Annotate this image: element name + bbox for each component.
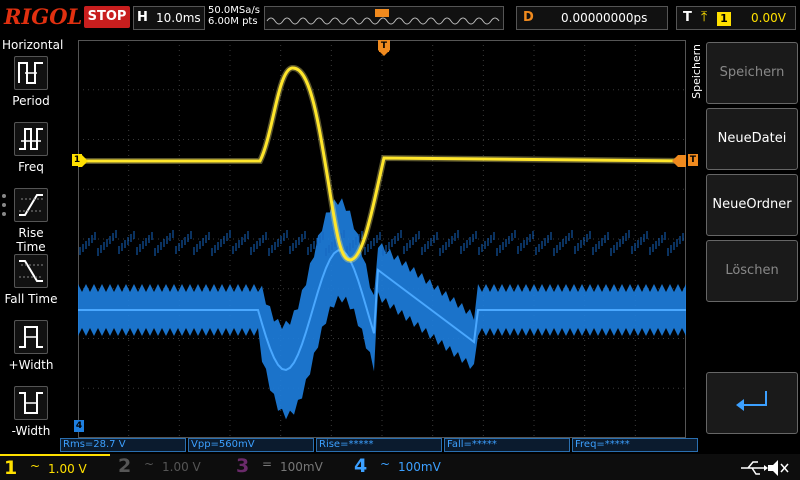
measure-freq-button[interactable]: Freq xyxy=(2,122,60,186)
ch1-waveform xyxy=(78,65,686,264)
measure-rise-time-button[interactable]: Rise Time xyxy=(2,188,60,254)
save-button-label: Speichern xyxy=(719,65,785,80)
timebase-value: 10.0ms xyxy=(156,11,201,25)
new-file-button[interactable]: NeueDatei xyxy=(706,108,798,170)
status-icons xyxy=(700,456,800,478)
period-icon xyxy=(14,56,48,90)
trigger-position-marker-label[interactable]: T xyxy=(379,40,389,52)
fall-result[interactable]: Fall=***** xyxy=(444,438,570,452)
save-button[interactable]: Speichern xyxy=(706,42,798,104)
back-button[interactable] xyxy=(706,372,798,434)
delete-button-label: Löschen xyxy=(725,263,779,278)
freq-result[interactable]: Freq=***** xyxy=(572,438,698,452)
timebase-letter: H xyxy=(137,10,148,25)
freq-icon xyxy=(14,122,48,156)
brand-logo: RIGOL xyxy=(4,4,83,29)
new-folder-button[interactable]: NeueOrdner xyxy=(706,174,798,236)
memory-overview-wave xyxy=(266,9,500,25)
graticule xyxy=(78,40,686,438)
negative-width-icon xyxy=(14,386,48,420)
channel-4-status[interactable]: 4 ~ 100mV xyxy=(350,454,460,480)
trigger-level: 0.00V xyxy=(751,11,786,25)
ch4-marker-label[interactable]: 4 xyxy=(74,420,84,432)
measure-fall-time-button[interactable]: Fall Time xyxy=(2,254,60,318)
measure-positive-width-button[interactable]: +Width xyxy=(2,320,60,384)
trigger-letter: T xyxy=(683,10,692,25)
channel-4-coupling: ~ xyxy=(380,457,391,471)
trigger-level-marker[interactable] xyxy=(672,155,686,167)
delay-box[interactable]: D 0.00000000ps xyxy=(516,6,668,30)
rising-edge-icon: ⤒ xyxy=(701,9,708,25)
vpp-result[interactable]: Vpp=560mV xyxy=(188,438,314,452)
memory-overview xyxy=(264,6,504,30)
usb-icon xyxy=(741,461,768,475)
ch1-marker-label[interactable]: 1 xyxy=(72,154,82,166)
delay-value: 0.00000000ps xyxy=(561,11,648,25)
channel-1-status[interactable]: 1 ~ 1.00 V xyxy=(0,454,110,480)
measure-negative-width-button[interactable]: -Width xyxy=(2,386,60,450)
channel-4-number: 4 xyxy=(354,455,368,477)
measure-panel: Horizontal Period Freq Rise Time Fall Ti… xyxy=(0,36,64,440)
measure-positive-width-label: +Width xyxy=(8,358,54,372)
save-menu: Speichern Speichern NeueDatei NeueOrdner… xyxy=(688,36,800,440)
channel-4-scale: 100mV xyxy=(398,460,441,474)
speaker-muted-icon[interactable] xyxy=(766,458,790,478)
measure-period-label: Period xyxy=(12,94,50,108)
channel-2-number: 2 xyxy=(118,455,132,477)
trigger-source-badge: 1 xyxy=(717,12,731,26)
ch4-waveform xyxy=(78,198,686,420)
top-status-bar: RIGOL STOP H 10.0ms 50.0MSa/s 6.00M pts … xyxy=(0,0,800,36)
return-arrow-icon xyxy=(736,391,767,411)
fall-time-icon xyxy=(14,254,48,288)
delete-button[interactable]: Löschen xyxy=(706,240,798,302)
measure-rise-time-label: Rise Time xyxy=(16,226,46,254)
menu-title: Speichern xyxy=(688,36,704,156)
channel-1-coupling: ~ xyxy=(30,459,41,473)
channel-3-coupling: = xyxy=(262,457,273,471)
measure-negative-width-label: -Width xyxy=(11,424,51,438)
channel-1-number: 1 xyxy=(4,457,18,479)
channel-3-scale: 100mV xyxy=(280,460,323,474)
waveform-display[interactable] xyxy=(78,40,686,438)
channel-bar: 1 ~ 1.00 V 2 ~ 1.00 V 3 = 100mV 4 ~ 100m… xyxy=(0,454,800,480)
new-file-button-label: NeueDatei xyxy=(717,131,787,146)
rise-time-icon xyxy=(14,188,48,222)
run-stop-status[interactable]: STOP xyxy=(84,6,130,28)
panel-title: Horizontal xyxy=(2,38,64,52)
channel-2-status[interactable]: 2 ~ 1.00 V xyxy=(114,454,224,480)
memory-depth: 6.00M pts xyxy=(208,16,258,27)
new-folder-button-label: NeueOrdner xyxy=(712,197,792,212)
measure-period-button[interactable]: Period xyxy=(2,56,60,120)
channel-2-coupling: ~ xyxy=(144,457,155,471)
measurement-results: Rms=28.7 V Vpp=560mV Rise=***** Fall=***… xyxy=(60,438,700,452)
rms-result[interactable]: Rms=28.7 V xyxy=(60,438,186,452)
acquisition-info: 50.0MSa/s 6.00M pts xyxy=(208,5,260,27)
rise-result[interactable]: Rise=***** xyxy=(316,438,442,452)
positive-width-icon xyxy=(14,320,48,354)
trigger-box[interactable]: T ⤒ 1 0.00V xyxy=(676,6,796,30)
measure-freq-label: Freq xyxy=(18,160,44,174)
channel-1-scale: 1.00 V xyxy=(48,462,87,476)
channel-3-number: 3 xyxy=(236,455,250,477)
timebase-box[interactable]: H 10.0ms xyxy=(133,6,205,30)
channel-3-status[interactable]: 3 = 100mV xyxy=(232,454,342,480)
sample-rate: 50.0MSa/s xyxy=(208,5,260,16)
waveform-canvas xyxy=(78,40,686,438)
channel-2-scale: 1.00 V xyxy=(162,460,201,474)
menu-title-text: Speichern xyxy=(690,44,703,99)
measure-fall-time-label: Fall Time xyxy=(4,292,58,306)
delay-letter: D xyxy=(523,10,534,25)
